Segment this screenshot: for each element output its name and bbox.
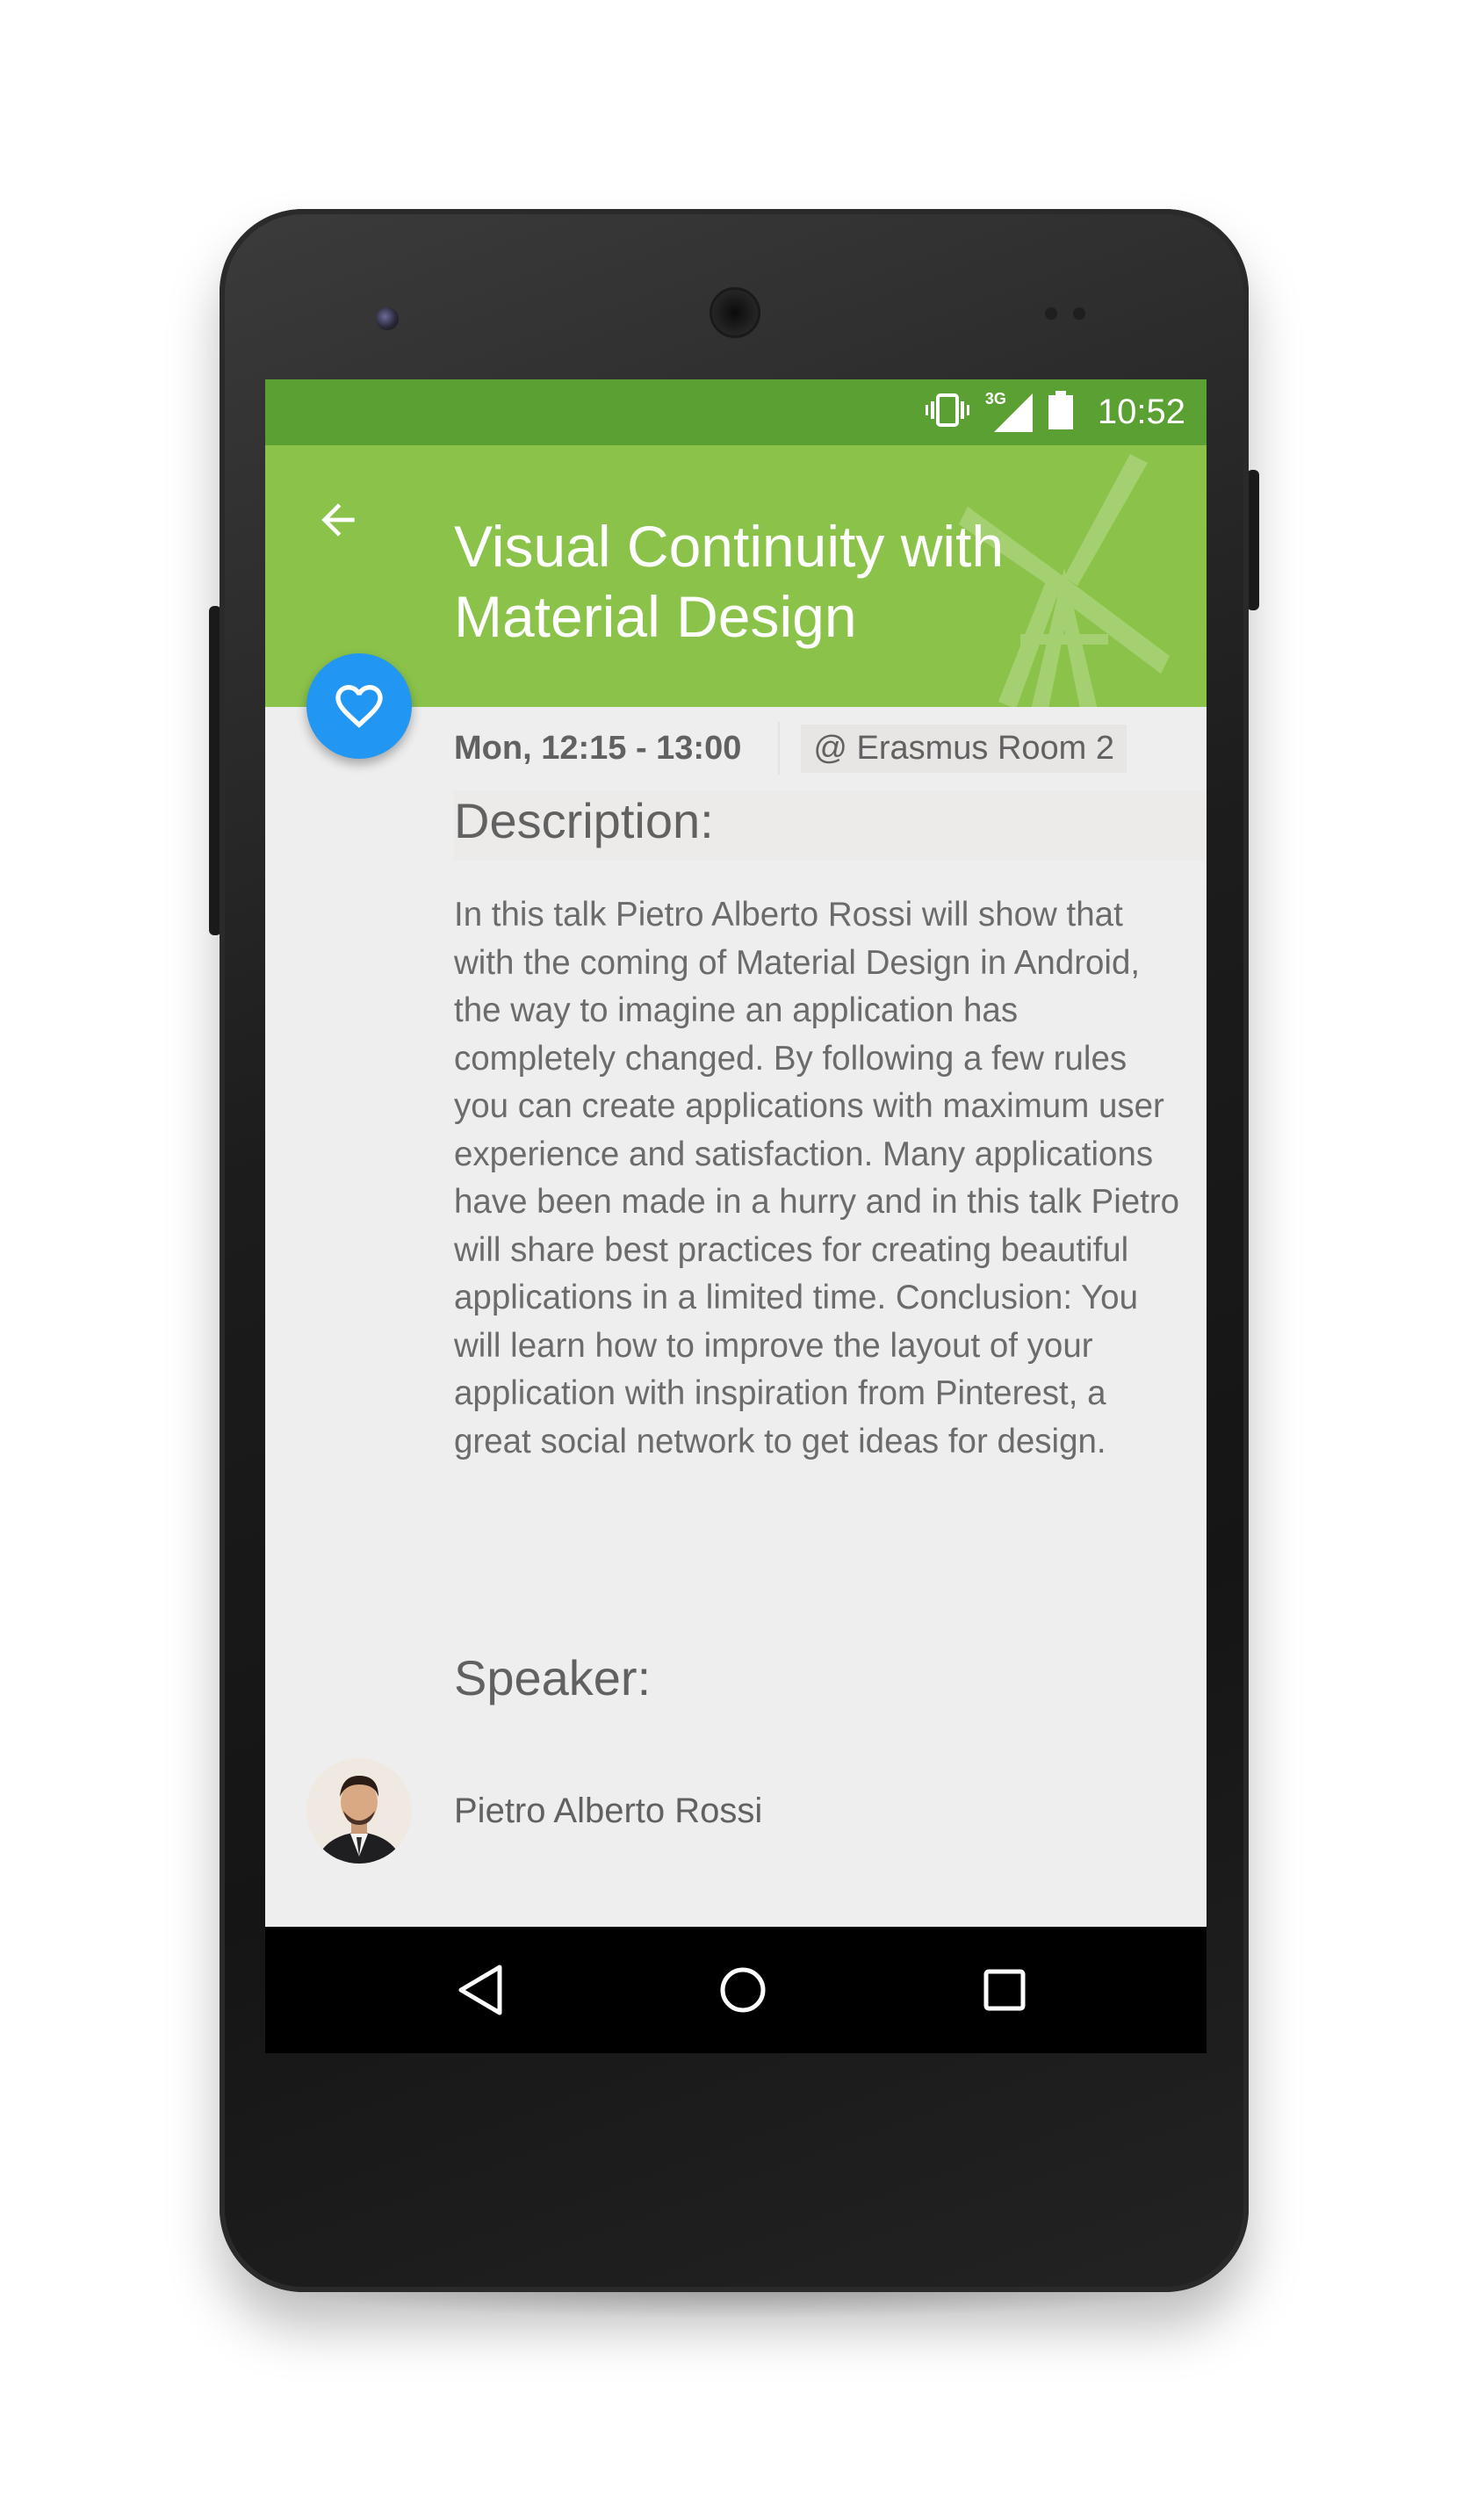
- vibrate-icon: [925, 393, 969, 432]
- favorite-button[interactable]: [306, 653, 412, 759]
- back-button[interactable]: [307, 489, 369, 551]
- nav-recents-icon: [983, 1969, 1026, 2011]
- page-title: Visual Continuity with Material Design: [454, 514, 1005, 649]
- status-time: 10:52: [1097, 393, 1185, 431]
- speaker-name: Pietro Alberto Rossi: [454, 1791, 763, 1830]
- navigation-bar: [265, 1927, 1207, 2053]
- session-meta: Mon, 12:15 - 13:00 @ Erasmus Room 2: [454, 722, 1127, 775]
- speaker-item[interactable]: Pietro Alberto Rossi: [306, 1758, 762, 1864]
- nav-back-button[interactable]: [445, 1955, 515, 2025]
- proximity-sensor: [1045, 307, 1057, 320]
- avatar: [306, 1758, 412, 1864]
- nav-back-icon: [458, 1965, 502, 2015]
- nav-home-button[interactable]: [708, 1955, 778, 2025]
- arrow-back-icon: [321, 503, 355, 537]
- nav-home-icon: [720, 1967, 765, 2013]
- power-button: [1247, 470, 1259, 610]
- heart-outline-icon: [335, 685, 383, 728]
- session-time: Mon, 12:15 - 13:00: [454, 729, 742, 767]
- app-bar: Visual Continuity with Material Design: [265, 445, 1207, 707]
- battery-icon: [1048, 391, 1073, 434]
- meta-divider: [778, 722, 781, 775]
- session-room: @ Erasmus Room 2: [801, 724, 1127, 773]
- nav-recents-button[interactable]: [969, 1955, 1040, 2025]
- light-sensor: [1073, 307, 1085, 320]
- status-bar: 3G 10:52: [265, 379, 1207, 445]
- screen: 3G 10:52 Visual Continuity with Material…: [265, 379, 1207, 2053]
- description-text: In this talk Pietro Alberto Rossi will s…: [454, 896, 1180, 1460]
- network-type-label: 3G: [984, 389, 1006, 407]
- speaker-heading: Speaker:: [454, 1650, 652, 1705]
- signal-3g-icon: 3G: [984, 389, 1033, 432]
- earpiece-speaker: [710, 287, 760, 338]
- status-icons: 3G 10:52: [925, 379, 1185, 445]
- description-heading: Description:: [454, 793, 714, 848]
- front-camera: [376, 307, 399, 330]
